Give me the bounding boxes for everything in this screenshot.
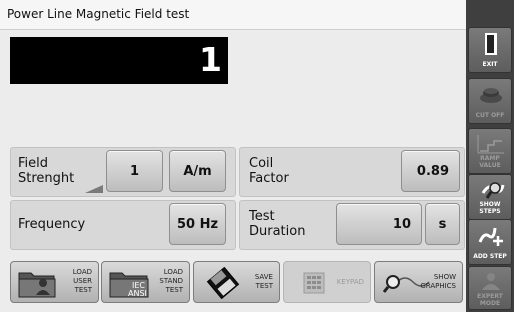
field-strength-label-line1: Field xyxy=(18,156,49,171)
title-bar: Power Line Magnetic Field test xyxy=(0,0,466,30)
expert-mode-label: EXPERT MODE xyxy=(469,293,511,307)
load-stand-test-label-1: LOAD xyxy=(163,268,183,276)
coil-factor-label: Coil Factor xyxy=(249,156,289,186)
cut-off-button[interactable]: CUT OFF xyxy=(468,78,512,124)
cut-off-label: CUT OFF xyxy=(475,112,505,119)
coil-factor-value-button[interactable]: 0.89 xyxy=(401,150,460,192)
show-graphics-label: SHOW GRAPHICS xyxy=(420,273,456,291)
load-user-test-label-1: LOAD xyxy=(72,268,92,276)
expert-mode-label-1: EXPERT xyxy=(477,293,503,300)
load-stand-test-label-3: TEST xyxy=(165,286,183,294)
exit-button[interactable]: EXIT xyxy=(468,27,512,73)
exit-label: EXIT xyxy=(482,61,498,68)
load-stand-test-label: LOAD STAND TEST xyxy=(159,268,183,295)
show-steps-button[interactable]: SHOW STEPS xyxy=(468,174,512,220)
main-area: Power Line Magnetic Field test 1 Field S… xyxy=(0,0,466,312)
test-duration-label: Test Duration xyxy=(249,209,305,239)
ansi-icon-text: ANSI xyxy=(128,289,147,298)
show-graphics-label-1: SHOW xyxy=(433,273,456,281)
window-title: Power Line Magnetic Field test xyxy=(7,7,190,21)
save-test-label-2: TEST xyxy=(255,282,273,290)
folder-user-icon xyxy=(17,267,57,303)
load-stand-test-label-2: STAND xyxy=(159,277,183,285)
save-test-label: SAVE TEST xyxy=(255,273,273,291)
coil-factor-label-line1: Coil xyxy=(249,156,274,171)
show-graphics-label-2: GRAPHICS xyxy=(420,282,456,290)
value-display: 1 xyxy=(10,37,228,84)
add-step-button[interactable]: ADD STEP xyxy=(468,219,512,265)
frequency-label: Frequency xyxy=(18,217,86,232)
coil-factor-label-line2: Factor xyxy=(249,171,289,186)
show-graphics-button[interactable]: SHOW GRAPHICS xyxy=(374,261,463,303)
add-step-label: ADD STEP xyxy=(473,253,507,260)
keypad-button[interactable]: KEYPAD xyxy=(283,261,371,303)
field-strength-label: Field Strenght xyxy=(18,156,74,186)
add-step-icon xyxy=(477,224,505,252)
test-duration-value-button[interactable]: 10 xyxy=(336,203,422,245)
keypad-label: KEYPAD xyxy=(336,278,364,286)
frequency-value-button[interactable]: 50 Hz xyxy=(169,203,226,245)
field-strength-value-button[interactable]: 1 xyxy=(106,150,163,192)
expert-person-icon xyxy=(479,271,503,295)
field-strength-label-line2: Strenght xyxy=(18,171,75,186)
stop-button-icon xyxy=(478,83,504,109)
show-steps-label: SHOW STEPS xyxy=(479,201,501,215)
ramp-value-button[interactable]: RAMP VALUE xyxy=(468,128,512,174)
folder-standard-icon: IEC ANSI xyxy=(108,267,154,303)
save-test-label-1: SAVE xyxy=(254,273,273,281)
save-test-button[interactable]: SAVE TEST xyxy=(193,261,280,303)
load-user-test-button[interactable]: LOAD USER TEST xyxy=(10,261,99,303)
door-exit-icon xyxy=(483,32,499,60)
expert-mode-button[interactable]: EXPERT MODE xyxy=(468,266,512,310)
load-user-test-label-3: TEST xyxy=(74,286,92,294)
ramp-value-label: RAMP VALUE xyxy=(479,155,501,169)
display-value: 1 xyxy=(199,40,222,79)
load-user-test-label: LOAD USER TEST xyxy=(73,268,92,295)
test-duration-label-line1: Test xyxy=(249,209,275,224)
expert-mode-label-2: MODE xyxy=(479,300,501,307)
load-user-test-label-2: USER xyxy=(73,277,92,285)
right-sidebar: EXIT CUT OFF RAMP VALUE SHOW STEPS ADD S… xyxy=(466,0,514,312)
dropdown-triangle-icon[interactable] xyxy=(85,185,103,193)
field-strength-unit-button[interactable]: A/m xyxy=(169,150,226,192)
test-duration-unit-button[interactable]: s xyxy=(425,203,460,245)
test-duration-label-line2: Duration xyxy=(249,224,306,239)
keypad-icon xyxy=(302,271,326,299)
floppy-disk-icon xyxy=(206,266,240,303)
load-stand-test-button[interactable]: IEC ANSI LOAD STAND TEST xyxy=(101,261,190,303)
